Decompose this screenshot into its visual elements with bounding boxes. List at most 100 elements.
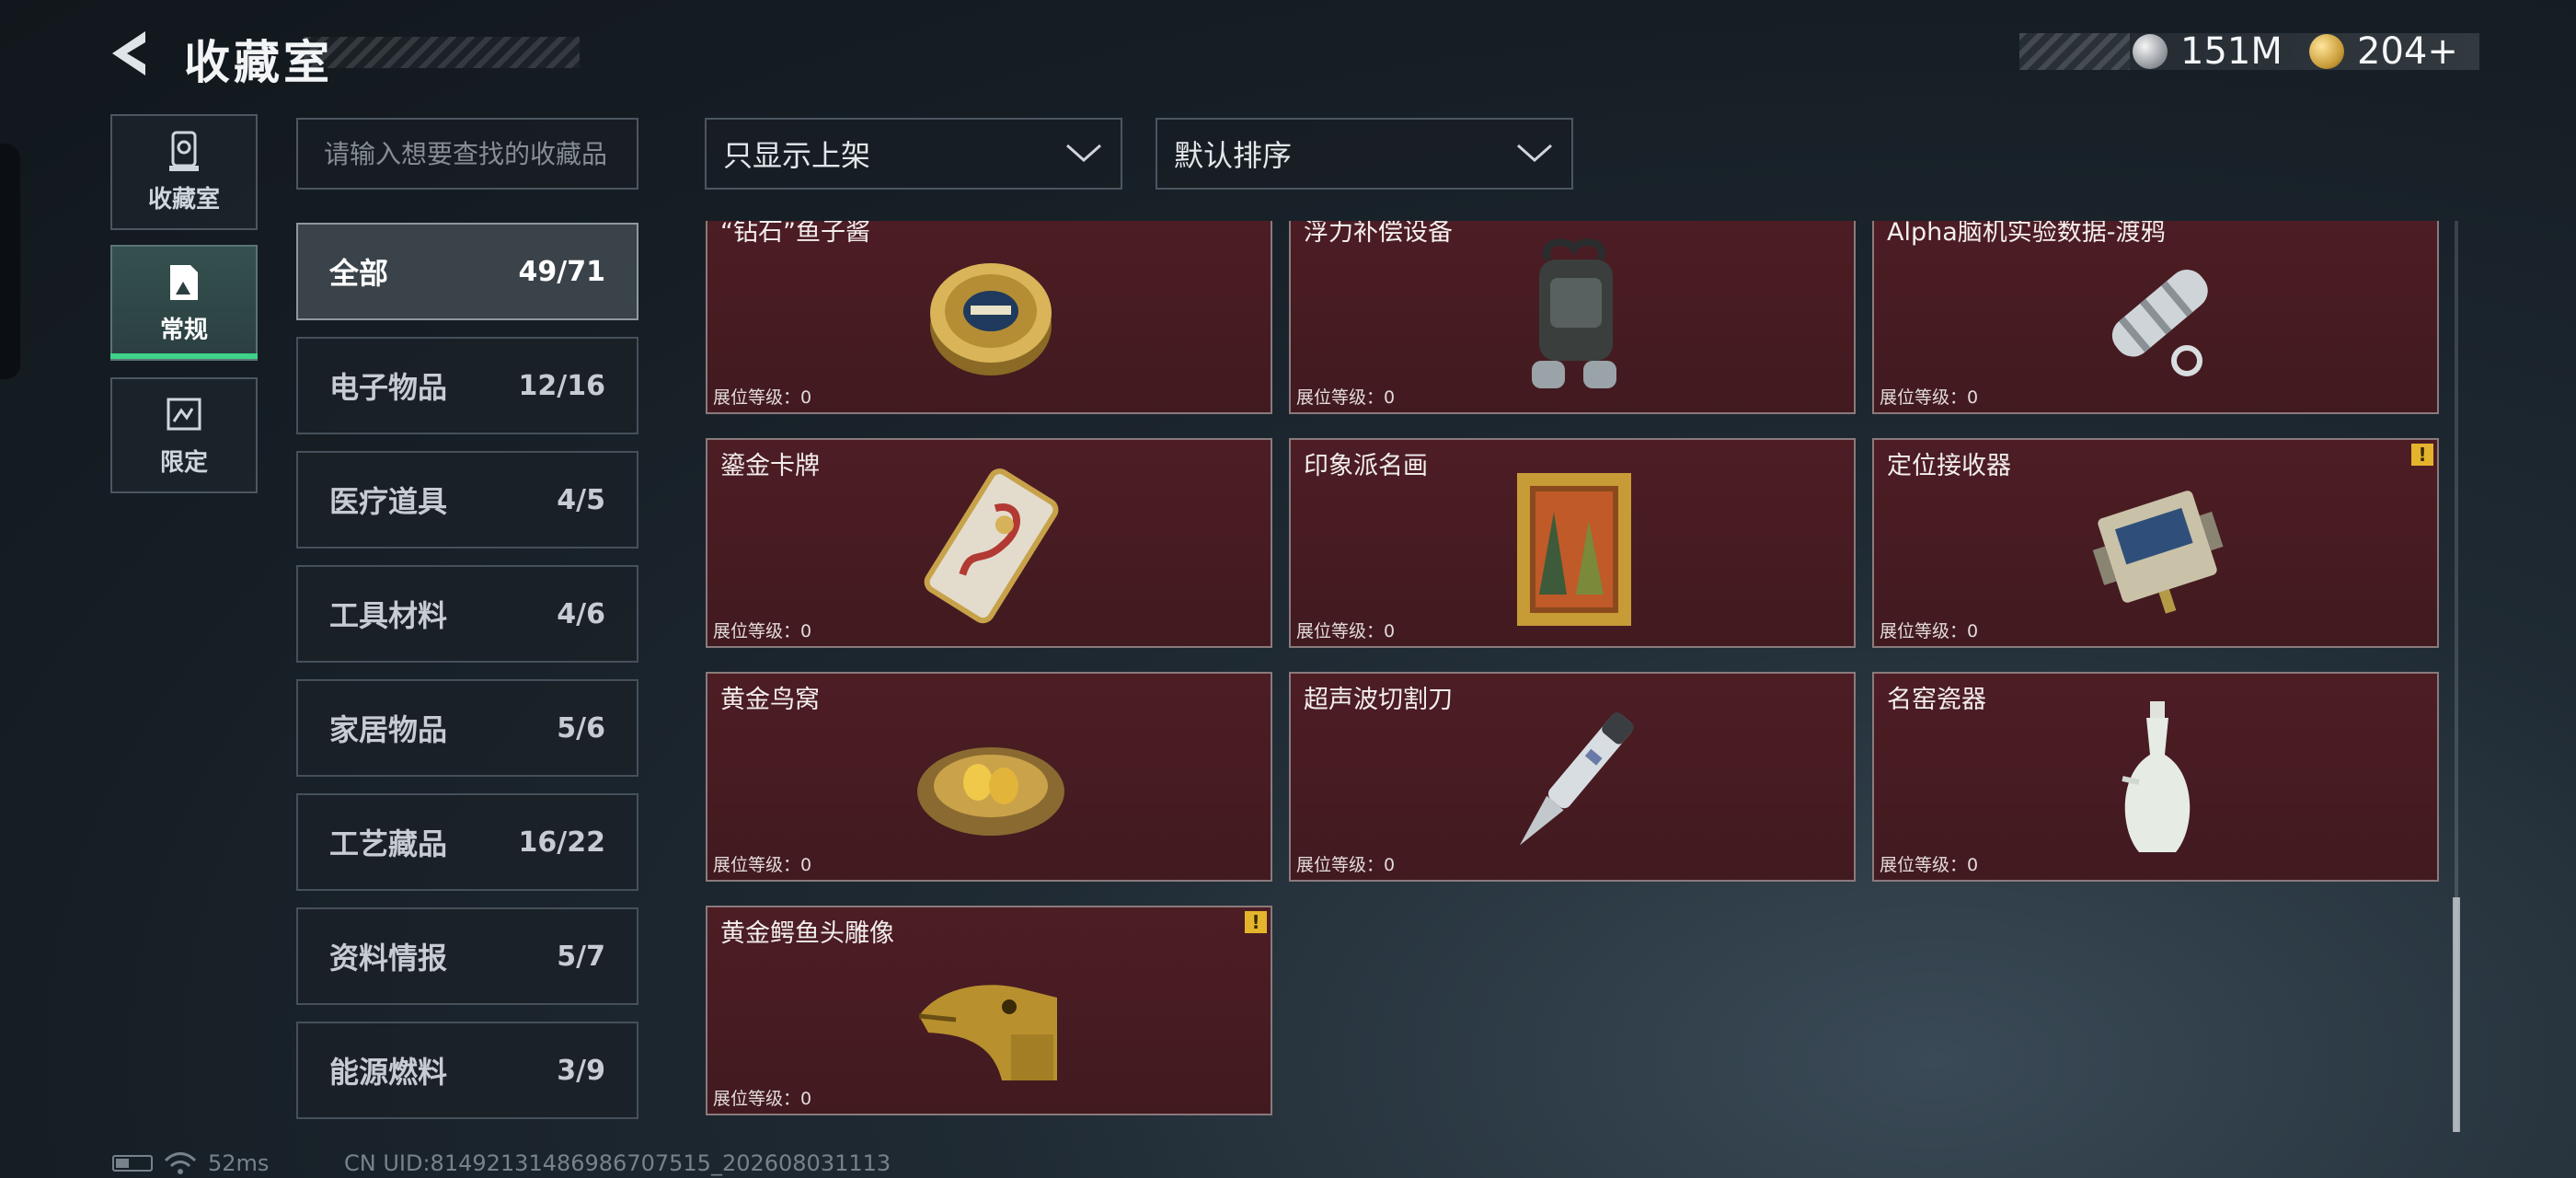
category-count: 16/22 xyxy=(518,826,605,859)
item-card[interactable]: “钻石”鱼子酱 展位等级：0 xyxy=(706,221,1272,414)
category-count: 3/9 xyxy=(557,1054,605,1087)
item-grid[interactable]: “钻石”鱼子酱 展位等级：0 浮力补偿设备 展位等级：0 Alpha脑机实验数据… xyxy=(704,221,2452,1132)
category-electronics[interactable]: 电子物品 12/16 xyxy=(296,337,638,434)
search-box[interactable] xyxy=(296,118,638,190)
item-card[interactable]: 鎏金卡牌 展位等级：0 xyxy=(706,438,1272,648)
title-decoration xyxy=(304,37,580,68)
show-filter-dropdown[interactable]: 只显示上架 xyxy=(705,118,1122,190)
back-arrow-icon xyxy=(112,31,145,75)
currency-silver[interactable]: 151M xyxy=(2133,28,2283,75)
category-label: 电子物品 xyxy=(329,370,448,405)
mode-tab-label: 收藏室 xyxy=(147,185,220,214)
gold-amount: 204+ xyxy=(2357,30,2458,73)
mode-tab-collection[interactable]: 收藏室 xyxy=(110,114,258,230)
mode-tab-label: 常规 xyxy=(159,316,208,344)
category-count: 4/5 xyxy=(557,483,605,516)
mode-tab-limited[interactable]: 限定 xyxy=(110,377,258,493)
sort-dropdown[interactable]: 默认排序 xyxy=(1156,118,1573,190)
item-level: 展位等级：0 xyxy=(1880,621,1979,641)
category-label: 医疗道具 xyxy=(329,484,448,519)
item-level: 展位等级：0 xyxy=(1880,855,1979,875)
category-intel[interactable]: 资料情报 5/7 xyxy=(296,907,638,1005)
item-name: 黄金鸟窝 xyxy=(720,686,820,714)
category-label: 家居物品 xyxy=(329,712,448,747)
active-tab-indicator xyxy=(110,353,258,359)
warning-icon: ! xyxy=(2411,444,2433,466)
category-tools[interactable]: 工具材料 4/6 xyxy=(296,565,638,663)
chevron-down-icon xyxy=(1517,144,1552,163)
battery-icon xyxy=(112,1155,153,1172)
item-name: 鎏金卡牌 xyxy=(720,452,820,480)
item-card[interactable]: 名窑瓷器 展位等级：0 xyxy=(1872,672,2439,882)
caviar-tin-icon xyxy=(930,263,1052,375)
gold-coin-icon xyxy=(2309,34,2344,69)
item-level: 展位等级：0 xyxy=(713,855,812,875)
data-capsule-icon xyxy=(2111,270,2208,376)
item-name: 超声波切割刀 xyxy=(1304,686,1453,714)
category-household[interactable]: 家居物品 5/6 xyxy=(296,679,638,777)
category-medical[interactable]: 医疗道具 4/5 xyxy=(296,451,638,549)
item-card[interactable]: 黄金鳄鱼头雕像 ! 展位等级：0 xyxy=(706,906,1272,1115)
gold-crocodile-head-icon xyxy=(918,985,1057,1080)
category-crafts[interactable]: 工艺藏品 16/22 xyxy=(296,793,638,891)
item-level: 展位等级：0 xyxy=(1296,855,1396,875)
item-card[interactable]: 超声波切割刀 展位等级：0 xyxy=(1289,672,1856,882)
category-count: 4/6 xyxy=(557,597,605,630)
item-card[interactable]: 印象派名画 展位等级：0 xyxy=(1289,438,1856,648)
category-count: 5/7 xyxy=(557,940,605,973)
collection-icon xyxy=(169,131,199,171)
limited-icon xyxy=(167,398,201,430)
warning-icon: ! xyxy=(1245,911,1267,933)
category-label: 能源燃料 xyxy=(329,1055,448,1090)
item-card[interactable]: 黄金鸟窝 展位等级：0 xyxy=(706,672,1272,882)
edge-handle xyxy=(0,144,20,379)
item-name: 定位接收器 xyxy=(1887,452,2011,480)
item-level: 展位等级：0 xyxy=(713,387,812,408)
show-filter-value: 只显示上架 xyxy=(723,138,871,173)
framed-painting-icon xyxy=(1517,473,1631,626)
back-button[interactable] xyxy=(101,26,166,81)
ping-value: 52ms xyxy=(208,1150,270,1176)
silver-coin-icon xyxy=(2133,34,2168,69)
ultrasonic-cutter-icon xyxy=(1519,712,1634,846)
buoyancy-device-icon xyxy=(1532,238,1616,388)
page-title: 收藏室 xyxy=(184,36,333,89)
chevron-down-icon xyxy=(1066,144,1101,163)
category-count: 12/16 xyxy=(518,369,605,402)
category-all[interactable]: 全部 49/71 xyxy=(296,223,638,320)
mode-tab-label: 限定 xyxy=(159,448,208,477)
item-name: 浮力补偿设备 xyxy=(1304,221,1453,247)
category-label: 工具材料 xyxy=(329,598,448,633)
category-label: 全部 xyxy=(329,256,389,291)
sort-value: 默认排序 xyxy=(1174,138,1293,173)
item-level: 展位等级：0 xyxy=(713,1089,812,1109)
golden-nest-icon xyxy=(917,747,1064,836)
category-count: 49/71 xyxy=(518,255,605,288)
item-name: “钻石”鱼子酱 xyxy=(720,221,870,247)
item-card[interactable]: 定位接收器 ! 展位等级：0 xyxy=(1872,438,2439,648)
uid-text: CN UID:8149213148698670​7515_20260803111… xyxy=(344,1150,891,1176)
item-name: 印象派名画 xyxy=(1304,452,1428,480)
item-card[interactable]: 浮力补偿设备 展位等级：0 xyxy=(1289,221,1856,414)
item-level: 展位等级：0 xyxy=(1296,387,1396,408)
category-label: 工艺藏品 xyxy=(329,826,448,861)
search-input[interactable] xyxy=(322,137,613,170)
category-fuel[interactable]: 能源燃料 3/9 xyxy=(296,1022,638,1119)
porcelain-vase-icon xyxy=(2122,701,2191,852)
scrollbar-thumb[interactable] xyxy=(2453,897,2460,1132)
status-bar: 52ms xyxy=(112,1150,269,1176)
item-name: 名窑瓷器 xyxy=(1887,686,1986,714)
item-card[interactable]: Alpha脑机实验数据-渡鸦 展位等级：0 xyxy=(1872,221,2439,414)
currency-gold[interactable]: 204+ xyxy=(2309,28,2458,75)
gilded-card-icon xyxy=(924,468,1059,624)
wifi-icon xyxy=(164,1152,197,1174)
mode-tab-regular[interactable]: 常规 xyxy=(110,245,258,361)
category-label: 资料情报 xyxy=(329,941,448,976)
locator-receiver-icon xyxy=(2092,491,2224,614)
category-count: 5/6 xyxy=(557,711,605,745)
silver-amount: 151M xyxy=(2180,30,2283,73)
picture-card-icon xyxy=(170,264,198,300)
item-level: 展位等级：0 xyxy=(713,621,812,641)
item-name: 黄金鳄鱼头雕像 xyxy=(720,919,894,948)
item-level: 展位等级：0 xyxy=(1880,387,1979,408)
